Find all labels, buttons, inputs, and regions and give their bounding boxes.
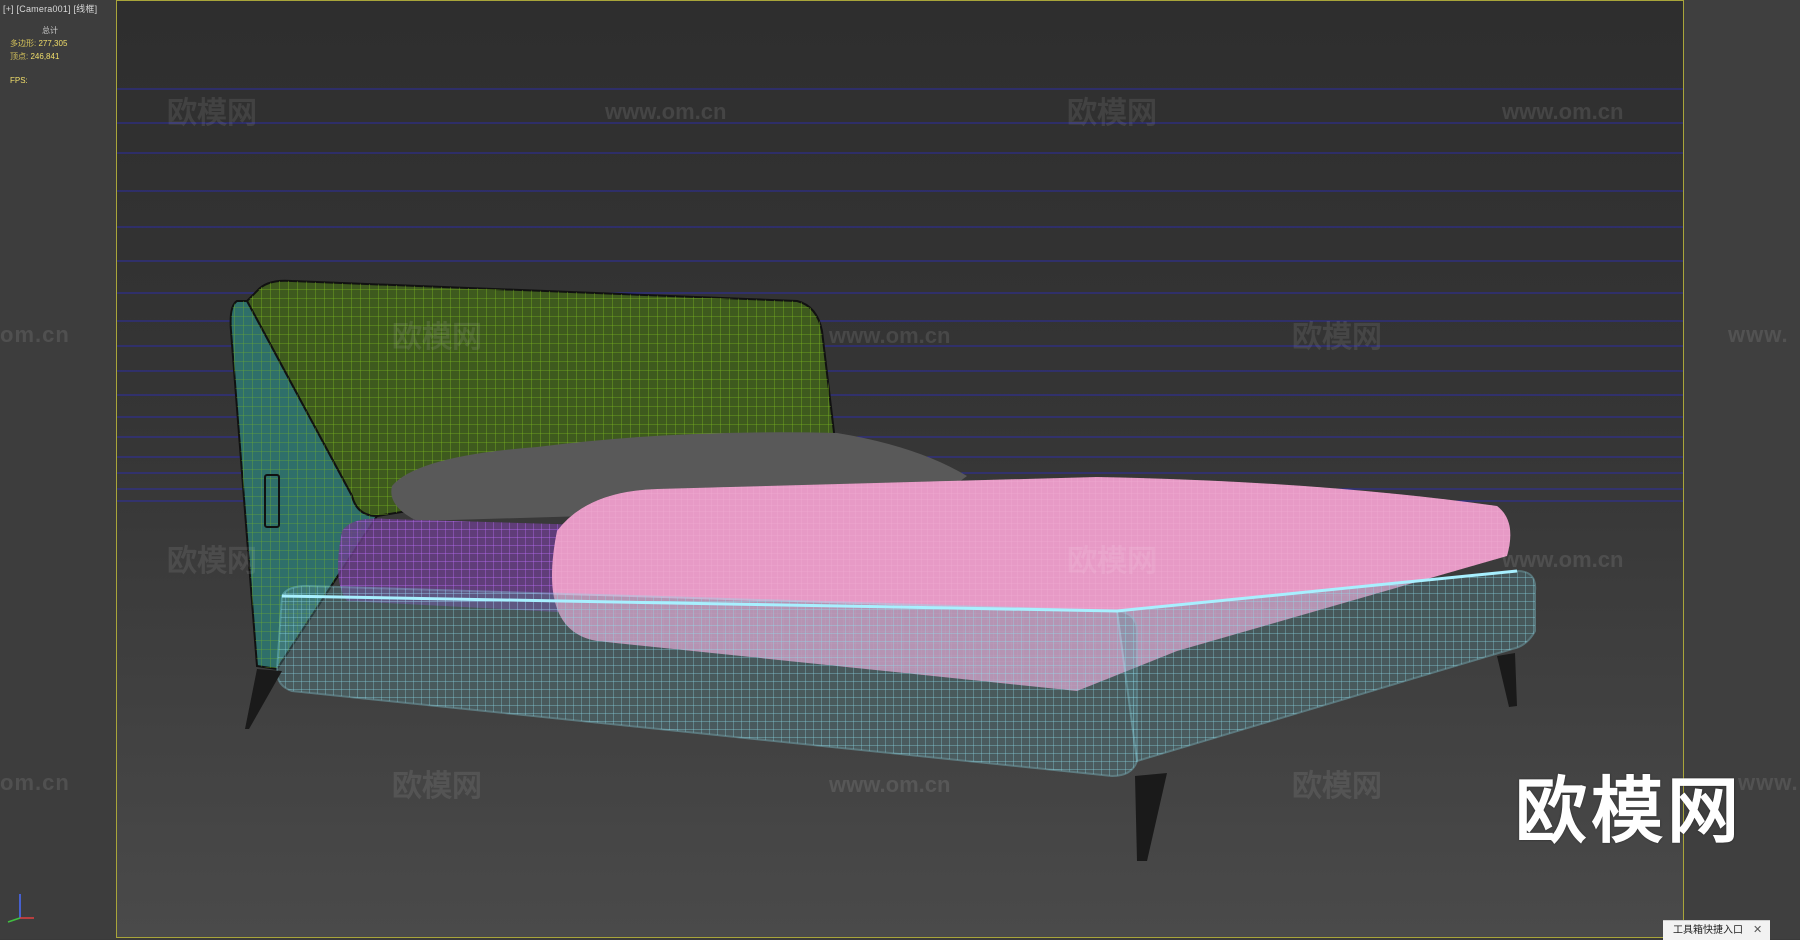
watermark-url-partial-right-2: www. (1738, 770, 1799, 795)
watermark-cn-1: 欧模网 (167, 97, 257, 130)
close-icon[interactable]: ✕ (1753, 921, 1762, 940)
watermark-cn-3: 欧模网 (392, 321, 482, 354)
toolbox-shortcut-label: 工具箱快捷入口 (1673, 925, 1743, 936)
watermark-url-partial-left-1: om.cn (0, 322, 70, 347)
watermark-cn-5: 欧模网 (167, 545, 257, 578)
polygon-count: 多边形: 277,305 (10, 37, 67, 50)
watermark-url-3: www.om.cn (828, 323, 950, 348)
vertex-count-value: 246,841 (30, 52, 60, 61)
stats-header: 总计 (42, 26, 58, 35)
watermark-url-2: www.om.cn (1501, 99, 1623, 124)
watermark-cn-8: 欧模网 (1292, 770, 1382, 803)
watermark-cn-4: 欧模网 (1292, 321, 1382, 354)
watermark-cn-2: 欧模网 (1067, 97, 1157, 130)
left-panel: [+] [Camera001] [线框] 总计 多边形: 277,305 顶点:… (0, 0, 116, 939)
watermark-cn-7: 欧模网 (392, 770, 482, 803)
watermark-url-partial-left-2: om.cn (0, 770, 70, 795)
viewport-label[interactable]: [+] [Camera001] [线框] (3, 2, 97, 15)
polygon-count-value: 277,305 (38, 39, 68, 48)
watermark-url-4: www.om.cn (1501, 547, 1623, 572)
polygon-count-label: 多边形: (10, 39, 37, 48)
camera-viewport[interactable]: 欧模网 www.om.cn 欧模网 www.om.cn 欧模网 www.om.c… (116, 0, 1684, 938)
watermark-url-partial-right-1: www. (1728, 322, 1789, 347)
wireframe-scene: 欧模网 www.om.cn 欧模网 www.om.cn 欧模网 www.om.c… (117, 88, 1683, 861)
scene-statistics: 总计 多边形: 277,305 顶点: 246,841 (10, 24, 67, 63)
site-logo: 欧模网 (1515, 772, 1744, 852)
watermark-url-1: www.om.cn (604, 99, 726, 124)
vertex-count: 顶点: 246,841 (10, 50, 67, 63)
watermark-cn-6: 欧模网 (1067, 545, 1157, 578)
vertex-count-label: 顶点: (10, 52, 29, 61)
toolbox-shortcut-entry[interactable]: 工具箱快捷入口 ✕ (1663, 920, 1771, 940)
fps-label: FPS: (10, 76, 28, 85)
watermark-url-5: www.om.cn (828, 772, 950, 797)
